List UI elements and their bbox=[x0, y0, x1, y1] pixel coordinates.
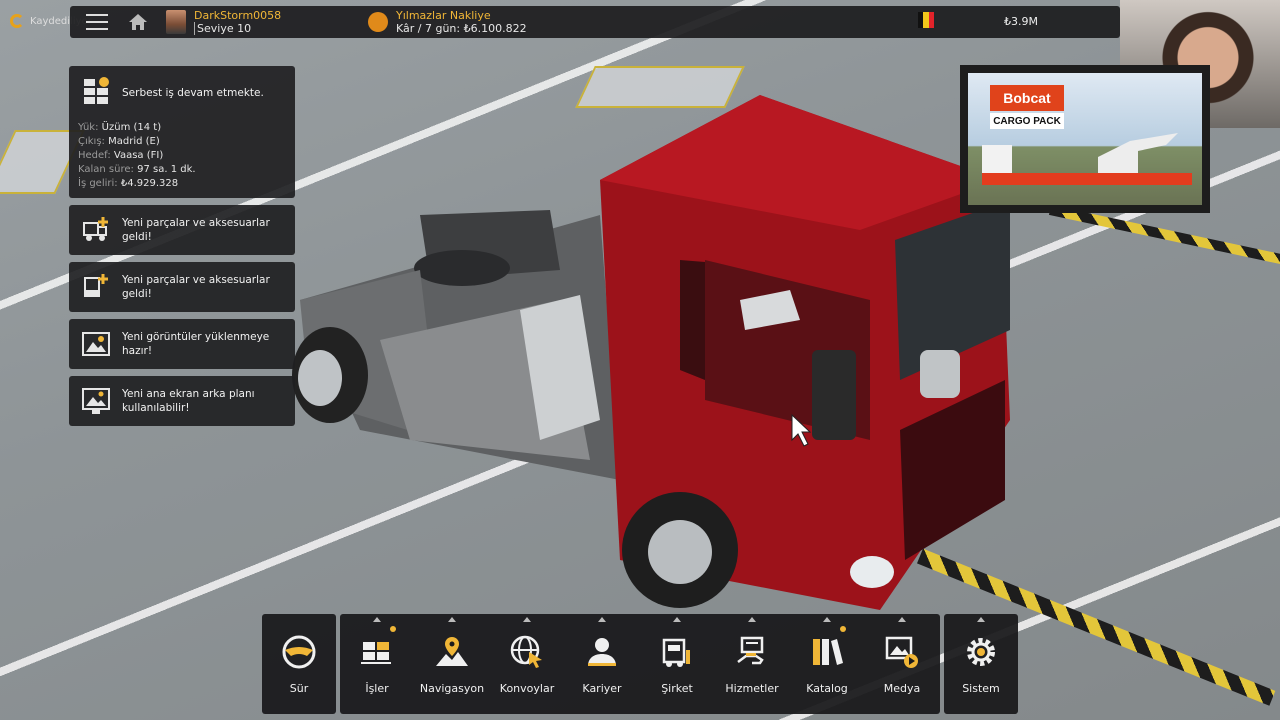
nav-system-button[interactable]: Sistem bbox=[944, 614, 1018, 714]
nav-services-label: Hizmetler bbox=[725, 682, 779, 695]
person-icon bbox=[584, 634, 620, 670]
books-icon bbox=[809, 634, 845, 670]
notification-line: hazır! bbox=[122, 345, 153, 357]
notification-line: Yeni parçalar ve aksesuarlar bbox=[122, 217, 270, 229]
user-name: DarkStorm0058 bbox=[194, 9, 282, 22]
notification-text: Yeni görüntüler yüklenmeye hazır! bbox=[122, 330, 269, 358]
caret-up-icon bbox=[748, 617, 756, 622]
freight-job-icon bbox=[81, 76, 111, 106]
gear-icon bbox=[963, 634, 999, 670]
company-profit: Kâr / 7 gün: ₺6.100.822 bbox=[396, 22, 527, 35]
caret-up-icon bbox=[673, 617, 681, 622]
top-bar: DarkStorm0058 Seviye 10 Yılmazlar Nakliy… bbox=[70, 6, 1120, 38]
notification-text: Yeni ana ekran arka planı kullanılabilir… bbox=[122, 387, 255, 415]
nav-system-label: Sistem bbox=[962, 682, 1000, 695]
company-info[interactable]: Yılmazlar Nakliye Kâr / 7 gün: ₺6.100.82… bbox=[396, 9, 527, 35]
jobs-icon bbox=[359, 634, 395, 670]
notification-item[interactable]: Yeni ana ekran arka planı kullanılabilir… bbox=[69, 376, 295, 426]
money-balance: ₺3.9M bbox=[1004, 15, 1038, 28]
dlc-ad-image: Bobcat CARGO PACK bbox=[968, 73, 1202, 205]
notification-dot bbox=[840, 626, 846, 632]
company-logo-icon[interactable] bbox=[368, 12, 388, 32]
drive-button[interactable]: Sür bbox=[262, 614, 336, 714]
job-status-title: Serbest iş devam etmekte. bbox=[122, 87, 264, 99]
job-income-value: ₺4.929.328 bbox=[120, 178, 179, 189]
notification-line: kullanılabilir! bbox=[122, 402, 190, 414]
avatar[interactable] bbox=[166, 10, 186, 34]
ad-subtitle: CARGO PACK bbox=[990, 113, 1064, 129]
notification-text: Yeni parçalar ve aksesuarlar geldi! bbox=[122, 216, 270, 244]
accessories-icon bbox=[81, 272, 111, 302]
job-details: Yük: Üzüm (14 t) Çıkış: Madrid (E) Hedef… bbox=[78, 121, 196, 191]
job-income-label: İş geliri: bbox=[78, 178, 118, 189]
menu-icon[interactable] bbox=[86, 14, 108, 30]
country-flag-icon bbox=[918, 12, 934, 28]
nav-convoys-button[interactable]: Konvoylar bbox=[490, 614, 564, 714]
nav-jobs-label: İşler bbox=[365, 682, 389, 695]
notification-item[interactable]: Yeni parçalar ve aksesuarlar geldi! bbox=[69, 205, 295, 255]
caret-up-icon bbox=[898, 617, 906, 622]
dlc-ad-banner[interactable]: Bobcat CARGO PACK bbox=[960, 65, 1210, 213]
destination-value: Vaasa (FI) bbox=[113, 150, 164, 161]
notification-line: Yeni parçalar ve aksesuarlar bbox=[122, 274, 270, 286]
caret-up-icon bbox=[823, 617, 831, 622]
ad-trailer bbox=[982, 173, 1192, 185]
origin-label: Çıkış: bbox=[78, 136, 105, 147]
nav-jobs-button[interactable]: İşler bbox=[340, 614, 414, 714]
map-pin-icon bbox=[434, 634, 470, 670]
caret-up-icon bbox=[373, 617, 381, 622]
cargo-label: Yük: bbox=[78, 122, 99, 133]
remaining-time-value: 97 sa. 1 dk. bbox=[137, 164, 196, 175]
company-name: Yılmazlar Nakliye bbox=[396, 9, 491, 22]
nav-catalog-label: Katalog bbox=[806, 682, 848, 695]
cargo-value: Üzüm (14 t) bbox=[101, 122, 162, 133]
origin-value: Madrid (E) bbox=[108, 136, 160, 147]
nav-career-label: Kariyer bbox=[582, 682, 622, 695]
nav-career-button[interactable]: Kariyer bbox=[565, 614, 639, 714]
remaining-time-label: Kalan süre: bbox=[78, 164, 134, 175]
wallpaper-icon bbox=[81, 386, 111, 416]
ad-brand: Bobcat bbox=[990, 85, 1064, 111]
active-job-panel[interactable]: Serbest iş devam etmekte. Yük: Üzüm (14 … bbox=[69, 66, 295, 198]
notification-text: Yeni parçalar ve aksesuarlar geldi! bbox=[122, 273, 270, 301]
nav-services-button[interactable]: Hizmetler bbox=[715, 614, 789, 714]
nav-convoys-label: Konvoylar bbox=[499, 682, 555, 695]
nav-company-button[interactable]: Şirket bbox=[640, 614, 714, 714]
ad-excavator bbox=[1098, 133, 1178, 173]
system-group: Sistem bbox=[944, 614, 1018, 714]
nav-catalog-button[interactable]: Katalog bbox=[790, 614, 864, 714]
services-icon bbox=[734, 634, 770, 670]
nav-navigation-button[interactable]: Navigasyon bbox=[415, 614, 489, 714]
user-profile[interactable]: DarkStorm0058 Seviye 10 bbox=[194, 9, 281, 35]
main-nav-group: İşler Navigasyon Konvoylar Kariyer Şirke… bbox=[340, 614, 940, 714]
caret-up-icon bbox=[523, 617, 531, 622]
nav-navigation-label: Navigasyon bbox=[419, 682, 485, 695]
nav-media-button[interactable]: Medya bbox=[865, 614, 939, 714]
notification-line: Yeni görüntüler yüklenmeye bbox=[122, 331, 270, 343]
drive-label: Sür bbox=[289, 682, 309, 695]
caret-up-icon bbox=[598, 617, 606, 622]
notification-item[interactable]: Yeni parçalar ve aksesuarlar geldi! bbox=[69, 262, 295, 312]
notification-line: geldi! bbox=[122, 288, 152, 300]
notification-item[interactable]: Yeni görüntüler yüklenmeye hazır! bbox=[69, 319, 295, 369]
media-icon bbox=[884, 634, 920, 670]
drive-group: Sür bbox=[262, 614, 336, 714]
home-icon[interactable] bbox=[128, 13, 148, 31]
notification-line: geldi! bbox=[122, 231, 152, 243]
saving-spinner-icon bbox=[10, 14, 24, 28]
notification-line: Yeni ana ekran arka planı bbox=[122, 388, 255, 400]
garage-truck-icon bbox=[659, 634, 695, 670]
screenshot-icon bbox=[81, 329, 111, 359]
truck-parts-icon bbox=[81, 215, 111, 245]
nav-media-label: Medya bbox=[883, 682, 921, 695]
steering-wheel-icon bbox=[281, 634, 317, 670]
caret-up-icon bbox=[977, 617, 985, 622]
nav-company-label: Şirket bbox=[661, 682, 693, 695]
user-level: Seviye 10 bbox=[194, 22, 281, 35]
notification-dot bbox=[390, 626, 396, 632]
destination-label: Hedef: bbox=[78, 150, 111, 161]
globe-cursor-icon bbox=[509, 634, 545, 670]
caret-up-icon bbox=[448, 617, 456, 622]
